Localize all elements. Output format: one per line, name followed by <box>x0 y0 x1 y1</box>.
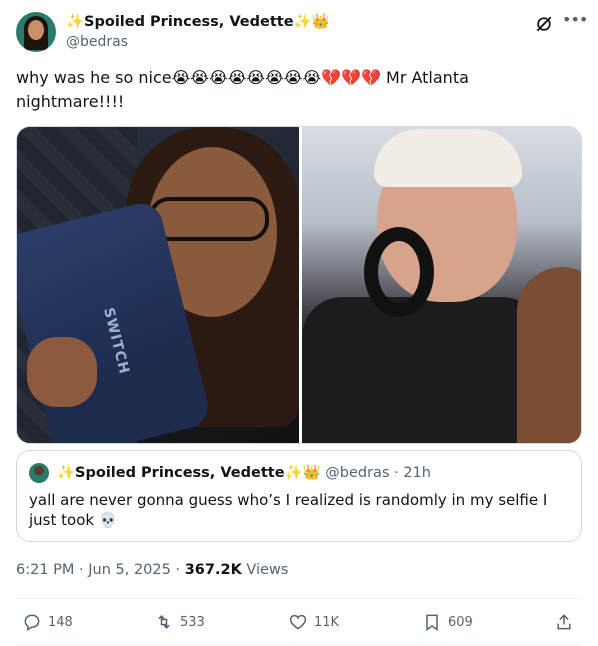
author-avatar[interactable] <box>16 12 56 52</box>
like-button[interactable]: 11K <box>288 610 339 634</box>
quoted-meta: @bedras · 21h <box>325 465 431 481</box>
share-button[interactable] <box>554 610 580 634</box>
quoted-tweet[interactable]: ✨Spoiled Princess, Vedette✨👑 @bedras · 2… <box>16 450 582 542</box>
share-icon <box>557 614 571 630</box>
like-count: 11K <box>314 614 340 630</box>
time-date[interactable]: 6:21 PM · Jun 5, 2025 · <box>16 562 185 578</box>
reply-icon <box>24 614 40 631</box>
repost-icon <box>158 615 170 629</box>
repost-count: 533 <box>180 614 205 630</box>
author-display-name[interactable]: ✨Spoiled Princess, Vedette✨👑 <box>66 13 330 30</box>
bookmark-icon <box>426 614 438 631</box>
divider <box>16 598 582 599</box>
tweet-header: ✨Spoiled Princess, Vedette✨👑 @bedras ••• <box>16 12 588 56</box>
reply-button[interactable]: 148 <box>22 610 73 634</box>
photo-left[interactable]: SWITCH <box>17 127 299 443</box>
views-label: Views <box>241 562 289 578</box>
action-bar: 148 533 11K 609 <box>16 606 582 638</box>
case-label: SWITCH <box>100 306 133 377</box>
bookmark-button[interactable]: 609 <box>422 610 473 634</box>
quoted-text: yall are never gonna guess who’s I reali… <box>29 491 548 529</box>
divider <box>16 644 582 645</box>
tweet-timestamp: 6:21 PM · Jun 5, 2025 · 367.2K Views <box>16 562 288 578</box>
author-handle[interactable]: @bedras <box>66 34 128 50</box>
photo-right[interactable] <box>302 127 581 443</box>
more-icon[interactable]: ••• <box>562 12 588 32</box>
tweet-media[interactable]: SWITCH <box>16 126 582 444</box>
quoted-author-name: ✨Spoiled Princess, Vedette✨👑 <box>57 465 321 481</box>
reply-count: 148 <box>48 614 73 630</box>
views-count: 367.2K <box>184 562 242 578</box>
heart-icon <box>289 614 307 630</box>
bookmark-count: 609 <box>448 614 473 630</box>
repost-button[interactable]: 533 <box>154 610 205 634</box>
grok-icon[interactable] <box>534 14 554 34</box>
tweet-text: why was he so nice😭😭😭😭😭😭😭😭💔💔💔 Mr Atlanta… <box>16 68 469 111</box>
quoted-author-avatar <box>29 463 49 483</box>
